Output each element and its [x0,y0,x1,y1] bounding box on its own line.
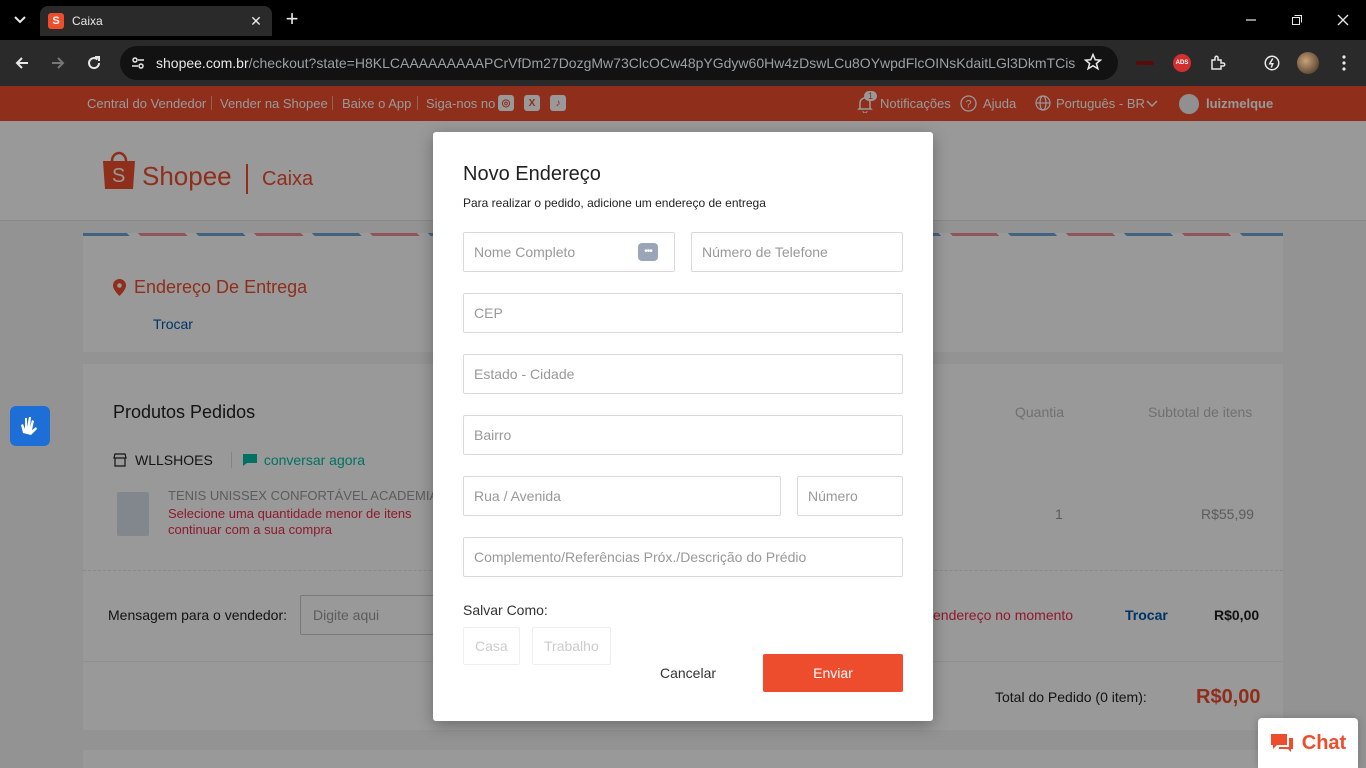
arrow-left-icon [15,57,28,69]
modal-subtitle: Para realizar o pedido, adicione um ende… [463,196,766,210]
site-info-icon[interactable] [128,53,148,73]
minimize-icon [1246,19,1256,21]
minimize-button[interactable] [1239,8,1263,32]
district-field[interactable]: Bairro [463,415,903,455]
street-field[interactable]: Rua / Avenida [463,476,781,516]
performance-icon[interactable] [1260,51,1284,75]
shopee-favicon-icon: S [48,13,64,29]
save-as-home-option[interactable]: Casa [463,627,520,665]
state-city-field[interactable]: Estado - Cidade [463,354,903,394]
complement-field[interactable]: Complemento/Referências Próx./Descrição … [463,537,903,577]
forward-button[interactable] [46,51,70,75]
address-bar[interactable]: shopee.com.br/checkout?state=H8KLCAAAAAA… [120,46,1118,80]
reload-icon [88,56,101,70]
more-vertical-icon [1342,55,1346,71]
modal-title: Novo Endereço [463,163,601,185]
chat-widget-label: Chat [1301,731,1347,754]
chat-widget-button[interactable]: Chat [1258,718,1358,768]
phone-number-field[interactable]: Número de Telefone [691,232,903,272]
back-button[interactable] [10,51,34,75]
adblock-extension-icon[interactable]: ADS [1170,51,1194,75]
save-as-label: Salvar Como: [463,602,548,618]
tab-search-button[interactable] [8,8,32,32]
page-content: Central do Vendedor Vender na Shopee Bai… [0,86,1366,768]
new-address-modal: Novo Endereço Para realizar o pedido, ad… [433,132,933,721]
reload-button[interactable] [82,51,106,75]
save-as-work-option[interactable]: Trabalho [532,627,611,665]
new-tab-button[interactable]: + [282,8,302,32]
chevron-down-icon [14,16,26,24]
cep-field[interactable]: CEP [463,293,903,333]
sign-language-hands-icon [21,417,37,435]
house-number-field[interactable]: Número [797,476,903,516]
tab-title: Caixa [72,14,103,28]
restore-button[interactable] [1285,8,1309,32]
url-host: shopee.com.br [156,55,249,71]
vlibras-accessibility-button[interactable] [10,406,50,446]
restore-icon [1292,15,1302,25]
close-window-button[interactable] [1331,8,1355,32]
browser-tab-active[interactable]: S Caixa ✕ [40,6,272,36]
extension-red-icon[interactable] [1133,51,1157,75]
tab-close-icon[interactable]: ✕ [248,13,264,30]
close-icon [1337,14,1349,26]
bookmark-star-icon[interactable] [1083,52,1104,73]
full-name-placeholder: Nome Completo [474,244,576,260]
profile-avatar[interactable] [1296,51,1320,75]
url-path: /checkout?state=H8KLCAAAAAAAAAPCrVfDm27D… [248,55,1076,71]
chat-bubbles-icon [1270,734,1293,752]
password-manager-icon[interactable]: ••• [638,243,658,261]
arrow-right-icon [52,57,65,69]
extensions-puzzle-icon[interactable] [1206,51,1230,75]
full-name-field[interactable]: Nome Completo ••• [463,232,675,272]
browser-menu-button[interactable] [1332,51,1356,75]
url-text: shopee.com.br/checkout?state=H8KLCAAAAAA… [156,55,1076,71]
browser-toolbar: shopee.com.br/checkout?state=H8KLCAAAAAA… [0,40,1366,86]
submit-button[interactable]: Enviar [763,654,903,692]
browser-tab-strip: S Caixa ✕ + [0,0,1366,40]
cancel-button[interactable]: Cancelar [643,654,733,692]
